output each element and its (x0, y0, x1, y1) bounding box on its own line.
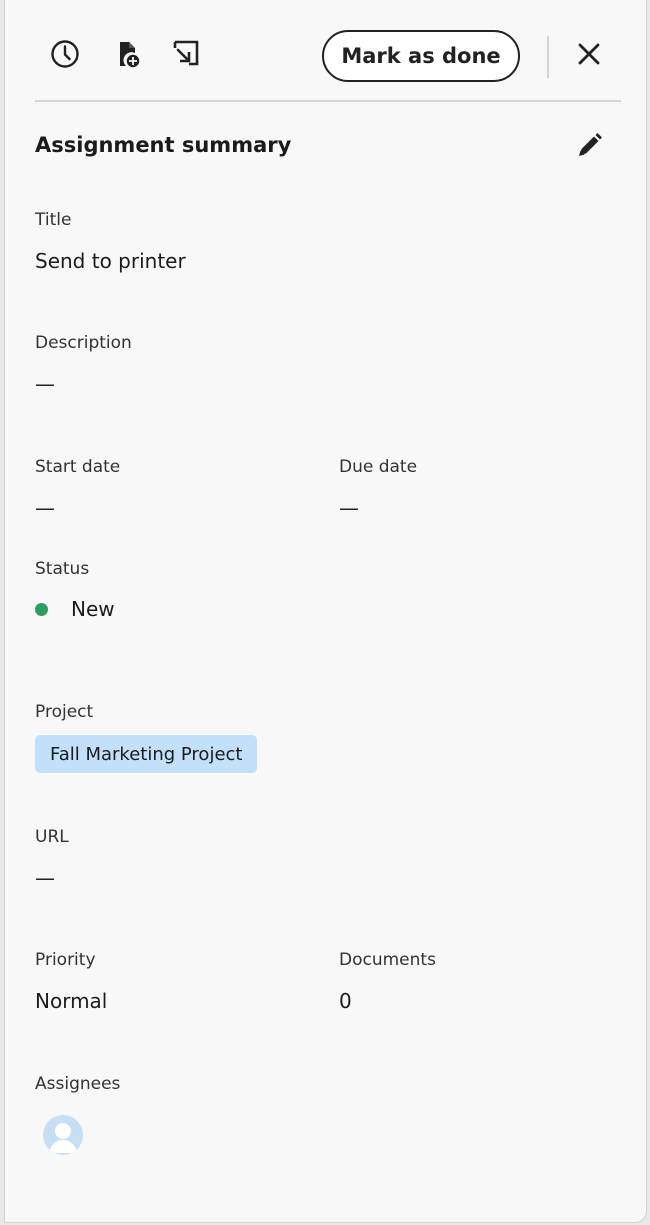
document-add-icon[interactable] (109, 36, 145, 72)
description-label: Description (35, 333, 132, 353)
priority-label: Priority (35, 950, 96, 970)
project-label: Project (35, 702, 94, 722)
header-divider (35, 100, 621, 102)
user-avatar-icon[interactable] (43, 1115, 83, 1155)
close-icon[interactable] (571, 36, 607, 72)
clock-icon[interactable] (47, 36, 83, 72)
pencil-icon[interactable] (571, 128, 607, 164)
description-value: — (35, 372, 55, 396)
start-date-label: Start date (35, 457, 121, 477)
title-value: Send to printer (35, 249, 186, 273)
status-value: New (71, 597, 115, 621)
start-date-value: — (35, 496, 55, 520)
documents-value: 0 (339, 989, 352, 1013)
status-indicator-dot (35, 603, 48, 616)
mark-as-done-button[interactable]: Mark as done (322, 30, 520, 82)
toolbar-separator (547, 36, 549, 78)
status-label: Status (35, 559, 90, 579)
assignees-label: Assignees (35, 1074, 121, 1094)
priority-value: Normal (35, 989, 108, 1013)
section-title: Assignment summary (35, 133, 292, 157)
open-in-icon[interactable] (167, 36, 203, 72)
due-date-label: Due date (339, 457, 418, 477)
panel-toolbar: Mark as done (35, 28, 621, 84)
assignment-panel: Mark as done Assignment summary Title Se… (4, 0, 647, 1223)
project-tag[interactable]: Fall Marketing Project (35, 735, 258, 773)
title-label: Title (35, 210, 72, 230)
url-value: — (35, 866, 55, 890)
url-label: URL (35, 827, 69, 847)
due-date-value: — (339, 496, 359, 520)
documents-label: Documents (339, 950, 436, 970)
